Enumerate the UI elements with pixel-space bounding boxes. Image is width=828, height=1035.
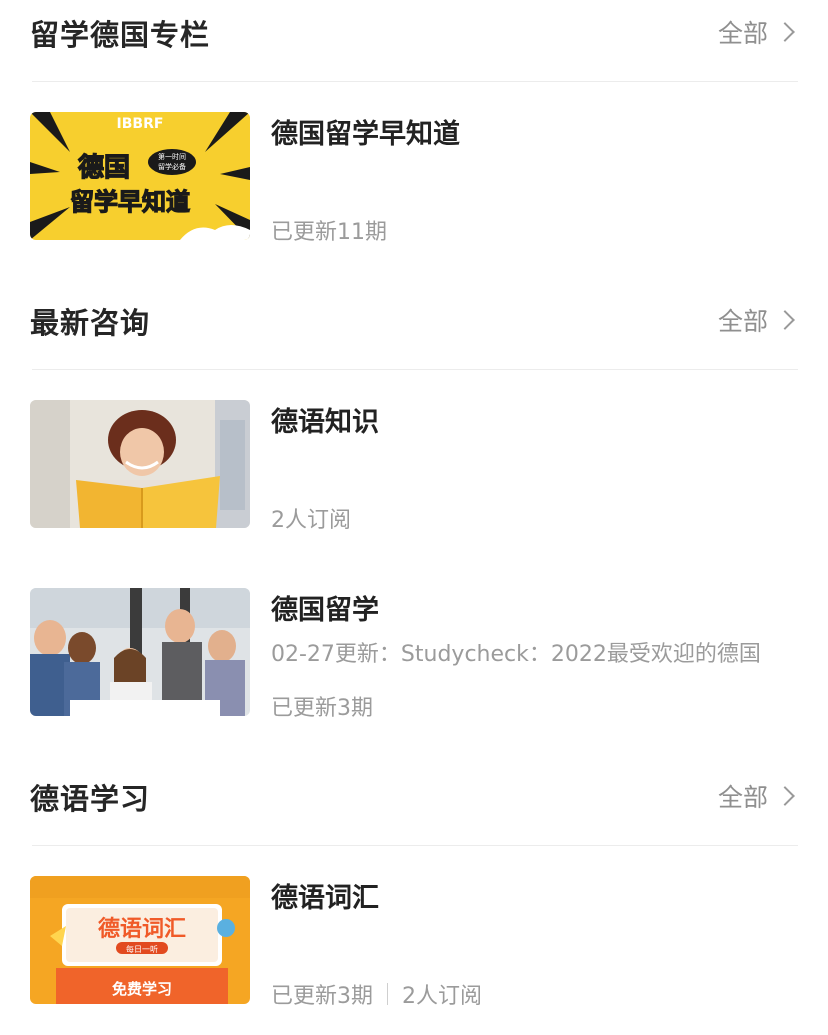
thumbnail-image [30, 400, 250, 528]
divider [32, 369, 798, 370]
column-card[interactable]: 德语知识 2人订阅 [30, 400, 800, 533]
card-meta: 已更新11期 [271, 214, 387, 246]
card-meta: 已更新3期 [271, 690, 373, 722]
thumbnail-image: 德语词汇 每日一听 免费学习 [30, 876, 250, 1004]
view-all-label: 全部 [717, 19, 768, 48]
meta-separator [387, 983, 388, 1005]
column-card[interactable]: 德语词汇 每日一听 免费学习 德语词汇 已更新3期 2人订阅 [30, 876, 800, 1009]
thumb-cta: 免费学习 [112, 980, 172, 998]
thumb-badge-2: 留学必备 [158, 162, 186, 171]
thumbnail-image: IBBRF 德国 第一时间 留学必备 留学早知道 [30, 112, 250, 240]
column-card[interactable]: IBBRF 德国 第一时间 留学必备 留学早知道 德国留学早知道 已更新11期 [30, 112, 800, 245]
thumb-brand-text: IBBRF [117, 116, 164, 132]
update-count: 已更新3期 [271, 984, 373, 1009]
card-meta: 已更新3期 2人订阅 [271, 978, 482, 1010]
thumbnail-image [30, 588, 250, 716]
thumb-headline-1: 德国 [78, 153, 130, 183]
view-all-link[interactable]: 全部 [717, 14, 795, 50]
section-title: 留学德国专栏 [30, 18, 211, 52]
section-header-german-learning: 德语学习 全部 [30, 764, 798, 846]
divider [32, 81, 798, 82]
view-all-label: 全部 [717, 783, 768, 812]
divider [32, 845, 798, 846]
section-title: 德语学习 [30, 782, 151, 816]
card-title: 德语词汇 [271, 883, 379, 914]
card-meta: 2人订阅 [271, 502, 351, 534]
section-header-latest-news: 最新咨询 全部 [30, 288, 798, 370]
subscriber-count: 2人订阅 [402, 984, 482, 1009]
card-title: 德国留学 [271, 595, 379, 626]
thumb-badge: 每日一听 [126, 944, 158, 954]
update-count: 已更新3期 [271, 696, 373, 721]
chevron-right-icon [775, 310, 795, 330]
view-all-label: 全部 [717, 307, 768, 336]
view-all-link[interactable]: 全部 [717, 302, 795, 338]
update-count: 已更新11期 [271, 220, 387, 245]
card-title: 德国留学早知道 [271, 119, 460, 150]
section-header-study-germany: 留学德国专栏 全部 [30, 0, 798, 82]
thumb-headline-2: 留学早知道 [70, 188, 190, 216]
chevron-right-icon [775, 22, 795, 42]
section-title: 最新咨询 [30, 306, 151, 340]
view-all-link[interactable]: 全部 [717, 778, 795, 814]
thumb-headline: 德语词汇 [98, 916, 186, 942]
card-title: 德语知识 [271, 407, 379, 438]
thumb-badge-1: 第一时间 [158, 152, 186, 161]
chevron-right-icon [775, 786, 795, 806]
subscriber-count: 2人订阅 [271, 508, 351, 533]
latest-update-text: 02-27更新：Studycheck：2022最受欢迎的德国 [271, 642, 761, 667]
column-card[interactable]: 德国留学 02-27更新：Studycheck：2022最受欢迎的德国 已更新3… [30, 588, 800, 721]
